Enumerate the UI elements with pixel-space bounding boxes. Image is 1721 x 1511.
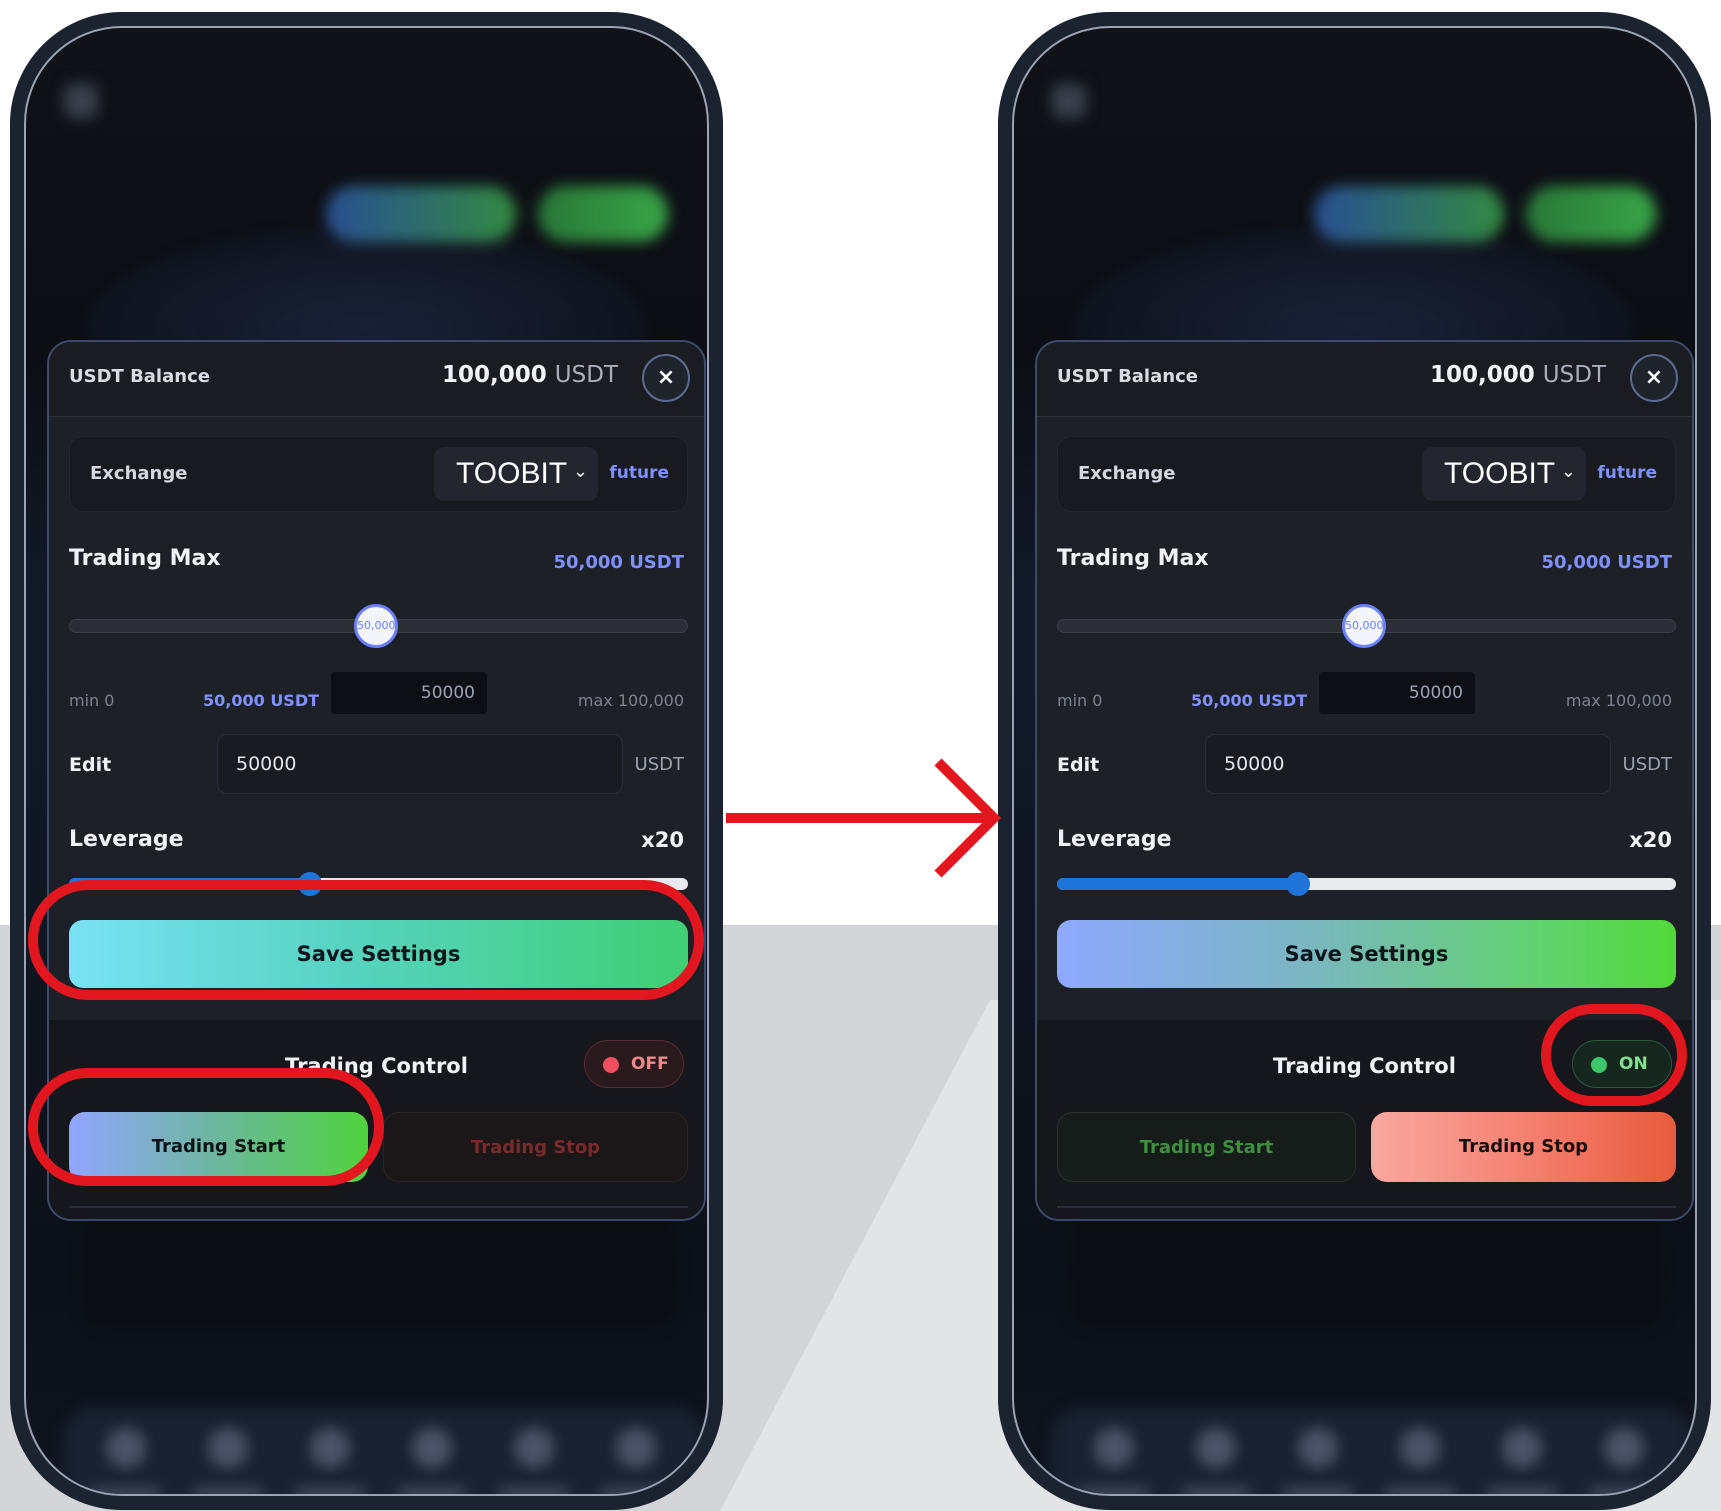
edit-unit: USDT <box>634 754 684 775</box>
menu-icon <box>1052 84 1086 118</box>
nav-icon <box>208 1428 248 1468</box>
leverage-label: Leverage <box>1057 827 1172 852</box>
nav-icon <box>1196 1428 1236 1468</box>
right-arrow-icon <box>726 758 1002 878</box>
blurred-pill-button <box>326 186 516 242</box>
edit-unit: USDT <box>1622 754 1672 775</box>
balance-amount: 100,000 USDT <box>1430 362 1606 388</box>
nav-profit-icon <box>412 1428 452 1468</box>
edit-label: Edit <box>69 754 112 776</box>
amount-input[interactable]: 50000 <box>331 672 487 714</box>
divider <box>1057 1206 1676 1208</box>
leverage-slider[interactable] <box>1057 878 1676 890</box>
modal-header: USDT Balance 100,000 USDT × <box>1037 342 1692 417</box>
trading-stop-button[interactable]: Trading Stop <box>383 1112 688 1182</box>
leverage-value: x20 <box>641 828 684 852</box>
edit-amount-input[interactable]: 50000 <box>217 734 623 794</box>
trading-max-value: 50,000 USDT <box>1541 552 1672 573</box>
exchange-label: Exchange <box>90 463 188 484</box>
phone-screen: USDT Balance 100,000 USDT × Exchange TOO… <box>24 26 709 1496</box>
blurred-pill-button <box>1314 186 1504 242</box>
max-label: max 100,000 <box>1565 691 1672 710</box>
trading-max-label: Trading Max <box>69 546 221 571</box>
modal-header: USDT Balance 100,000 USDT × <box>49 342 704 417</box>
blurred-pill-button <box>1526 186 1656 242</box>
highlight-trading-start <box>28 1068 384 1186</box>
nav-exchange-icon <box>1298 1428 1338 1468</box>
balance-label: USDT Balance <box>1057 366 1198 387</box>
chevron-down-icon: ⌄ <box>1560 461 1576 482</box>
amount-input[interactable]: 50000 <box>1319 672 1475 714</box>
blurred-pill-button <box>538 186 668 242</box>
nav-user-icon <box>1604 1428 1644 1468</box>
max-label: max 100,000 <box>577 691 684 710</box>
trading-max-value: 50,000 USDT <box>553 552 684 573</box>
status-dot-icon <box>603 1057 619 1073</box>
trading-max-slider-thumb[interactable]: 50,000 <box>354 604 398 648</box>
exchange-type: future <box>1597 463 1657 483</box>
divider <box>69 1206 688 1208</box>
exchange-row: Exchange TOOBIT ⌄ future <box>69 436 688 512</box>
nav-markets-icon <box>1502 1428 1542 1468</box>
edit-amount-input[interactable]: 50000 <box>1205 734 1611 794</box>
leverage-slider-thumb[interactable] <box>1286 872 1311 896</box>
exchange-select[interactable]: TOOBIT ⌄ <box>434 447 598 501</box>
bottom-nav <box>64 1408 704 1494</box>
menu-icon <box>64 84 98 118</box>
highlight-status-on <box>1541 1004 1687 1106</box>
status-toggle[interactable]: OFF <box>584 1040 684 1088</box>
save-settings-button[interactable]: Save Settings <box>1057 920 1676 988</box>
exchange-select[interactable]: TOOBIT ⌄ <box>1422 447 1586 501</box>
exchange-type: future <box>609 463 669 483</box>
min-label: min 0 <box>69 691 115 710</box>
leverage-label: Leverage <box>69 827 184 852</box>
trading-start-button[interactable]: Trading Start <box>1057 1112 1356 1182</box>
bottom-nav <box>1052 1408 1692 1494</box>
nav-home-icon <box>106 1428 146 1468</box>
current-amount: 50,000 USDT <box>203 691 320 710</box>
trading-max-label: Trading Max <box>1057 546 1209 571</box>
close-icon: × <box>656 365 676 390</box>
phone-right: USDT Balance 100,000 USDT × Exchange TOO… <box>998 12 1711 1510</box>
highlight-save-settings <box>28 880 704 1000</box>
phone-left: USDT Balance 100,000 USDT × Exchange TOO… <box>10 12 723 1510</box>
balance-amount: 100,000 USDT <box>442 362 618 388</box>
edit-label: Edit <box>1057 754 1100 776</box>
nav-profit-icon <box>1400 1428 1440 1468</box>
nav-home-icon <box>1094 1428 1134 1468</box>
exchange-label: Exchange <box>1078 463 1176 484</box>
nav-user-icon <box>616 1428 656 1468</box>
chevron-down-icon: ⌄ <box>572 461 588 482</box>
current-amount: 50,000 USDT <box>1191 691 1308 710</box>
nav-markets-icon <box>514 1428 554 1468</box>
trading-max-slider-thumb[interactable]: 50,000 <box>1342 604 1386 648</box>
min-label: min 0 <box>1057 691 1103 710</box>
close-button[interactable]: × <box>1630 354 1678 402</box>
exchange-row: Exchange TOOBIT ⌄ future <box>1057 436 1676 512</box>
trading-stop-button[interactable]: Trading Stop <box>1371 1112 1676 1182</box>
nav-exchange-icon <box>310 1428 350 1468</box>
balance-label: USDT Balance <box>69 366 210 387</box>
leverage-value: x20 <box>1629 828 1672 852</box>
close-button[interactable]: × <box>642 354 690 402</box>
close-icon: × <box>1644 365 1664 390</box>
phone-screen: USDT Balance 100,000 USDT × Exchange TOO… <box>1012 26 1697 1496</box>
